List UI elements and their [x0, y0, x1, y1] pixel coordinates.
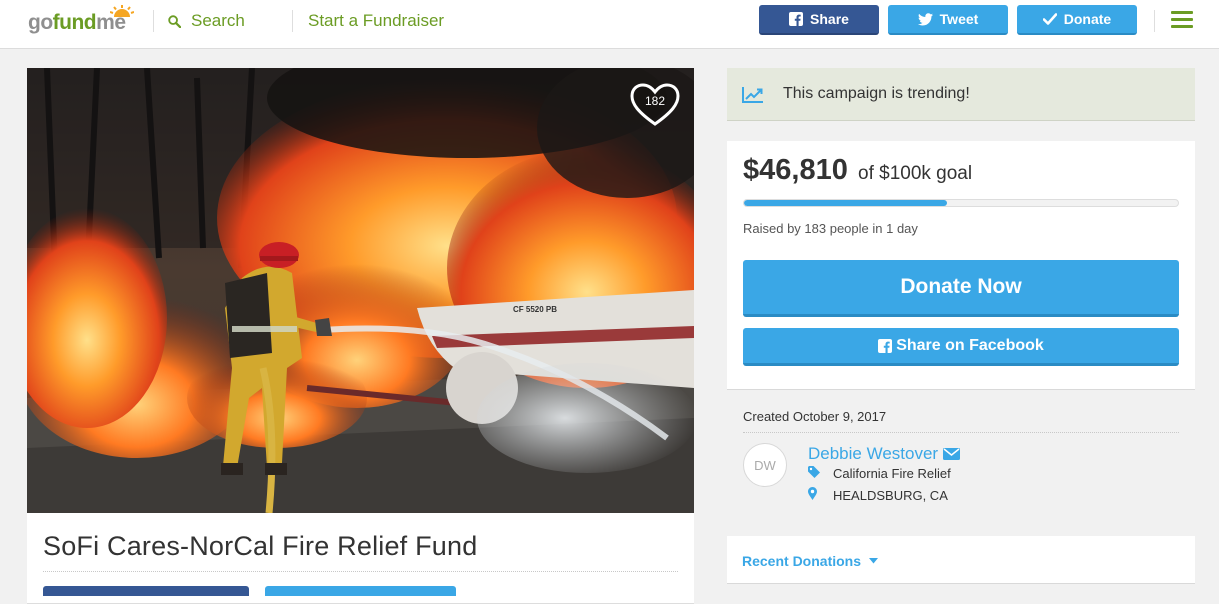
- organizer-name: Debbie Westover: [808, 444, 939, 463]
- category-label[interactable]: California Fire Relief: [833, 466, 951, 481]
- start-fundraiser-link[interactable]: Start a Fundraiser: [308, 10, 444, 32]
- header-tweet-button[interactable]: Tweet: [888, 5, 1008, 35]
- progress-fill: [744, 200, 948, 206]
- trending-icon: [742, 87, 763, 103]
- donation-card: $46,810 of $100k goal Raised by 183 peop…: [727, 141, 1195, 390]
- donate-now-button[interactable]: Donate Now: [743, 260, 1179, 317]
- divider: [743, 432, 1179, 433]
- header-tweet-label: Tweet: [939, 11, 979, 27]
- header-donate-button[interactable]: Donate: [1017, 5, 1137, 35]
- campaign-location: HEALDSBURG, CA: [808, 487, 948, 503]
- search-label: Search: [191, 11, 245, 30]
- recent-donations-label: Recent Donations: [742, 553, 862, 569]
- caret-down-icon: [869, 558, 879, 564]
- fire-scene-image: CF 5520 PB: [27, 68, 694, 513]
- organizer-name-link[interactable]: Debbie Westover: [808, 444, 961, 464]
- check-icon: [1042, 13, 1057, 25]
- raised-by-text: Raised by 183 people in 1 day: [743, 221, 918, 236]
- search-icon: [168, 14, 181, 28]
- created-date: Created October 9, 2017: [743, 409, 887, 424]
- menu-icon[interactable]: [1171, 11, 1193, 29]
- location-pin-icon: [808, 487, 817, 500]
- search-link[interactable]: Search: [168, 10, 245, 32]
- svg-text:CF 5520 PB: CF 5520 PB: [513, 305, 557, 314]
- secondary-share-button-partial[interactable]: [265, 586, 456, 596]
- facebook-icon: [789, 12, 804, 26]
- envelope-icon[interactable]: [943, 448, 961, 460]
- location-label: HEALDSBURG, CA: [833, 487, 948, 503]
- recent-donations-toggle[interactable]: Recent Donations: [742, 553, 879, 569]
- campaign-category: California Fire Relief: [808, 466, 951, 481]
- goal-text: of $100k goal: [858, 163, 973, 184]
- facebook-share-button-partial[interactable]: [43, 586, 249, 596]
- share-on-facebook-label: Share on Facebook: [896, 336, 1044, 354]
- logo-text: gofundme: [28, 11, 126, 34]
- heart-count: 182: [644, 94, 666, 108]
- header-share-label: Share: [810, 11, 849, 27]
- header-donate-label: Donate: [1063, 11, 1112, 27]
- header-share-button[interactable]: Share: [759, 5, 879, 35]
- progress-bar: [743, 199, 1179, 207]
- top-nav: gofundme Search Start a Fundraiser Share…: [0, 0, 1219, 49]
- amount-raised: $46,810: [743, 154, 848, 186]
- trending-text: This campaign is trending!: [783, 85, 970, 102]
- divider: [43, 571, 678, 572]
- avatar[interactable]: DW: [743, 443, 787, 487]
- tag-icon: [808, 466, 820, 478]
- campaign-title: SoFi Cares-NorCal Fire Relief Fund: [43, 531, 478, 561]
- campaign-photo: CF 5520 PB: [27, 68, 694, 513]
- share-on-facebook-button[interactable]: Share on Facebook: [743, 328, 1179, 366]
- header-divider: [292, 10, 293, 32]
- facebook-icon: [878, 338, 893, 353]
- header-divider: [153, 10, 154, 32]
- recent-donations-card: Recent Donations: [727, 536, 1195, 584]
- gofundme-logo[interactable]: gofundme: [28, 5, 138, 37]
- trending-banner: This campaign is trending!: [727, 68, 1195, 121]
- campaign-title-card: SoFi Cares-NorCal Fire Relief Fund: [27, 513, 694, 604]
- header-divider: [1154, 10, 1155, 32]
- twitter-icon: [917, 12, 933, 25]
